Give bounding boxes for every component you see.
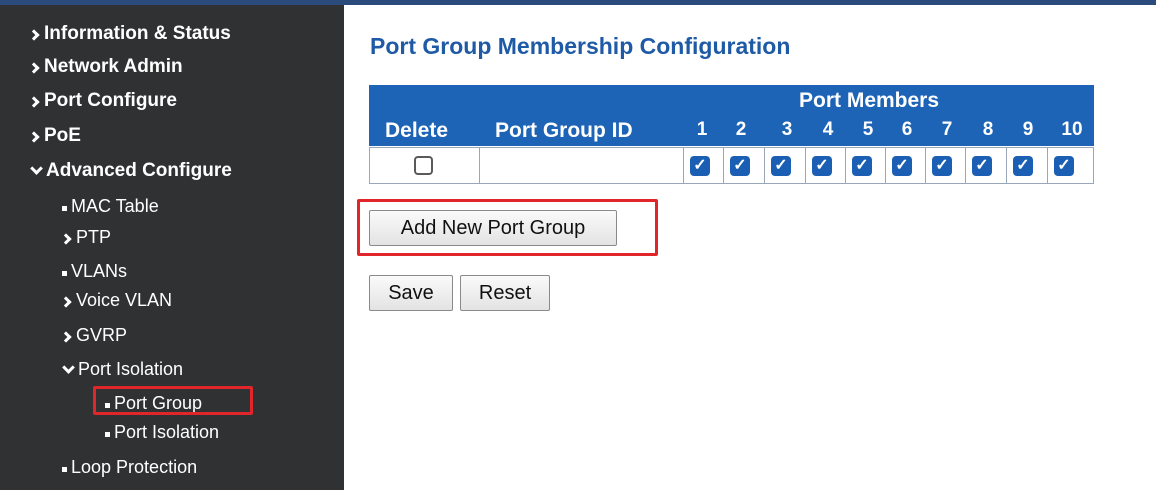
- member-checkbox-port-10[interactable]: ✓: [1054, 156, 1074, 176]
- port-group-id-header: Port Group ID: [495, 119, 633, 142]
- sidebar-item-port-isolation[interactable]: Port Isolation: [62, 359, 183, 380]
- port-number-header: 10: [1061, 119, 1083, 140]
- sidebar-item-mac-table[interactable]: MAC Table: [62, 196, 159, 217]
- sidebar-item-vlans[interactable]: VLANs: [62, 261, 127, 282]
- sidebar-item-label: GVRP: [76, 325, 128, 345]
- bullet-icon: [105, 431, 110, 437]
- sidebar-item-label: Advanced Configure: [46, 160, 232, 181]
- port-number-header: 9: [1022, 119, 1034, 140]
- bullet-icon: [62, 270, 67, 276]
- sidebar-item-label: VLANs: [71, 261, 128, 281]
- member-checkbox-port-4[interactable]: ✓: [812, 156, 832, 176]
- chevron-right-icon: [60, 232, 72, 245]
- sidebar-item-label: Voice VLAN: [76, 290, 173, 310]
- chevron-right-icon: [28, 62, 40, 74]
- sidebar-item-label: Loop Protection: [71, 457, 198, 477]
- bullet-icon: [62, 205, 67, 211]
- table-row: 1 ✓ ✓ ✓ ✓ ✓ ✓ ✓ ✓ ✓ ✓: [369, 147, 1094, 184]
- sidebar-item-label: PoE: [44, 125, 81, 146]
- sidebar-item-network-admin[interactable]: Network Admin: [28, 56, 183, 78]
- member-cell: ✓: [965, 148, 998, 183]
- member-cell: ✓: [1006, 148, 1039, 183]
- delete-cell: [370, 148, 480, 183]
- sidebar-item-ptp[interactable]: PTP: [60, 227, 112, 248]
- port-number-header: 1: [696, 119, 708, 140]
- member-cell: ✓: [885, 148, 918, 183]
- save-button[interactable]: Save: [369, 275, 453, 311]
- sidebar-item-label: Port Isolation: [114, 422, 220, 442]
- delete-checkbox[interactable]: [414, 156, 433, 175]
- port-number-header: 6: [901, 119, 913, 140]
- sidebar-highlight-box: [93, 386, 253, 415]
- port-number-header: 5: [862, 119, 874, 140]
- member-checkbox-port-6[interactable]: ✓: [892, 156, 912, 176]
- member-checkbox-port-2[interactable]: ✓: [730, 156, 750, 176]
- member-checkbox-port-9[interactable]: ✓: [1013, 156, 1033, 176]
- member-cell: ✓: [683, 148, 716, 183]
- port-number-header: 3: [781, 119, 793, 140]
- bullet-icon: [62, 466, 67, 472]
- port-number-header: 2: [735, 119, 747, 140]
- member-cell: ✓: [764, 148, 797, 183]
- chevron-right-icon: [28, 29, 40, 41]
- add-button-highlight-box: [357, 199, 658, 256]
- table-header: Port Members Delete Port Group ID 1 2 3 …: [369, 85, 1094, 146]
- chevron-down-icon: [62, 360, 75, 374]
- member-checkbox-port-3[interactable]: ✓: [771, 156, 791, 176]
- port-number-header: 7: [941, 119, 953, 140]
- chevron-right-icon: [60, 330, 72, 343]
- chevron-down-icon: [30, 162, 43, 175]
- sidebar-item-label: MAC Table: [71, 196, 159, 216]
- chevron-right-icon: [28, 96, 40, 108]
- member-cell: ✓: [723, 148, 756, 183]
- port-number-header: 8: [982, 119, 994, 140]
- sidebar-item-voice-vlan[interactable]: Voice VLAN: [60, 290, 173, 311]
- sidebar-item-label: PTP: [76, 227, 112, 247]
- member-cell: ✓: [925, 148, 958, 183]
- sidebar-item-information-status[interactable]: Information & Status: [28, 23, 231, 45]
- chevron-right-icon: [28, 131, 40, 143]
- sidebar-item-loop-protection[interactable]: Loop Protection: [62, 457, 197, 478]
- member-cell: ✓: [845, 148, 878, 183]
- group-id-cell: 1: [480, 148, 1046, 183]
- port-number-header: 4: [822, 119, 834, 140]
- member-cell: ✓: [805, 148, 838, 183]
- chevron-right-icon: [60, 295, 72, 308]
- member-checkbox-port-8[interactable]: ✓: [972, 156, 992, 176]
- page-title: Port Group Membership Configuration: [370, 33, 791, 59]
- member-checkbox-port-5[interactable]: ✓: [852, 156, 872, 176]
- sidebar-item-label: Network Admin: [44, 56, 183, 77]
- sidebar-item-port-isolation-sub[interactable]: Port Isolation: [105, 422, 219, 443]
- sidebar-item-label: Port Configure: [44, 90, 177, 111]
- port-members-header: Port Members: [799, 89, 940, 112]
- reset-button[interactable]: Reset: [460, 275, 550, 311]
- delete-column-header: Delete: [385, 119, 449, 142]
- member-checkbox-port-7[interactable]: ✓: [932, 156, 952, 176]
- sidebar-nav: Information & Status Network Admin Port …: [0, 5, 344, 490]
- sidebar-item-label: Information & Status: [44, 23, 231, 44]
- sidebar-item-port-configure[interactable]: Port Configure: [28, 90, 177, 112]
- sidebar-item-gvrp[interactable]: GVRP: [60, 325, 128, 346]
- member-checkbox-port-1[interactable]: ✓: [690, 156, 710, 176]
- sidebar-item-advanced-configure[interactable]: Advanced Configure: [30, 160, 232, 182]
- sidebar-item-poe[interactable]: PoE: [28, 125, 81, 147]
- member-cell: ✓: [1047, 148, 1080, 183]
- sidebar-item-label: Port Isolation: [78, 359, 184, 379]
